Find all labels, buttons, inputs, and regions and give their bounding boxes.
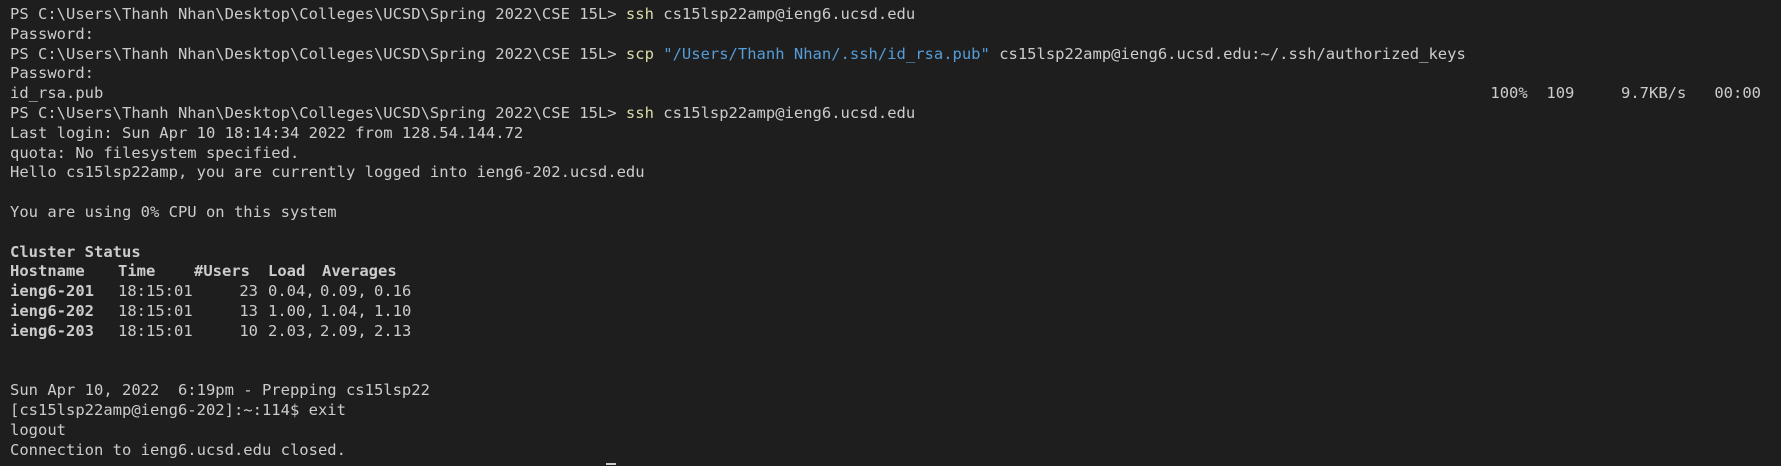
cell-time: 18:15:01 [118, 301, 193, 320]
cell-hostname: ieng6-203 [10, 321, 94, 340]
header-users: #Users [194, 262, 250, 281]
command-name: ssh [625, 5, 654, 23]
transfer-progress-line: id_rsa.pub 100% 109 9.7KB/s 00:00 [10, 84, 1781, 104]
cell-load-1: 2.03, [268, 321, 315, 340]
cell-load-2: 2.09, [320, 321, 367, 340]
command-args: cs15lsp22amp@ieng6.ucsd.edu [653, 5, 916, 23]
terminal-line: Password: [10, 64, 94, 83]
cell-load-2: 1.04, [320, 301, 367, 320]
command-args: cs15lsp22amp@ieng6.ucsd.edu [653, 103, 916, 122]
cell-time: 18:15:01 [118, 282, 193, 301]
prompt: PS C:\Users\Thanh Nhan\Desktop\Colleges\… [10, 103, 626, 122]
cell-load-2: 0.09, [320, 282, 367, 301]
terminal-line: Password: [10, 24, 94, 43]
table-row: ieng6-203 18:15:01 10 2.03, 2.09, 2.13 [10, 322, 1781, 342]
cell-load-1: 1.00, [268, 301, 315, 320]
command-path-string: "/Users/Thanh Nhan/.ssh/id_rsa.pub" [653, 44, 990, 63]
terminal-line: PS C:\Users\Thanh Nhan\Desktop\Colleges\… [10, 104, 1781, 124]
cell-load-3: 0.16 [374, 282, 412, 301]
prompt: PS C:\Users\Thanh Nhan\Desktop\Colleges\… [10, 44, 626, 63]
cell-users: 23 [239, 282, 258, 301]
terminal-line: logout [10, 420, 66, 439]
header-load: Load [268, 262, 306, 281]
header-averages: Averages [322, 262, 397, 281]
cell-load-3: 2.13 [374, 321, 412, 340]
header-hostname: Hostname [10, 262, 85, 281]
cell-hostname: ieng6-202 [10, 301, 94, 320]
terminal-window[interactable]: PS C:\Users\Thanh Nhan\Desktop\Colleges\… [0, 0, 1781, 466]
terminal-line: Sun Apr 10, 2022 6:19pm - Prepping cs15l… [10, 381, 430, 400]
terminal-line: Hello cs15lsp22amp, you are currently lo… [10, 163, 645, 182]
cell-time: 18:15:01 [118, 321, 193, 340]
transfer-filename: id_rsa.pub [10, 84, 104, 103]
cluster-table-header: Hostname Time #Users Load Averages [10, 262, 1781, 282]
header-time: Time [118, 262, 156, 281]
terminal-line: Last login: Sun Apr 10 18:14:34 2022 fro… [10, 123, 524, 142]
cluster-status-title: Cluster Status [10, 242, 141, 261]
cell-users: 10 [239, 321, 258, 340]
command-name: scp [625, 44, 654, 63]
terminal-line: PS C:\Users\Thanh Nhan\Desktop\Colleges\… [10, 45, 1781, 65]
table-row: ieng6-201 18:15:01 23 0.04, 0.09, 0.16 [10, 282, 1781, 302]
cell-load-1: 0.04, [268, 282, 315, 301]
terminal-line: quota: No filesystem specified. [10, 143, 300, 162]
terminal-line: PS C:\Users\Thanh Nhan\Desktop\Colleges\… [10, 5, 1781, 25]
text-cursor [606, 463, 616, 465]
terminal-line: [cs15lsp22amp@ieng6-202]:~:114$ exit [10, 400, 346, 419]
command-args: cs15lsp22amp@ieng6.ucsd.edu:~/.ssh/autho… [989, 44, 1466, 63]
transfer-stats: 100% 109 9.7KB/s 00:00 [1490, 84, 1761, 103]
table-row: ieng6-202 18:15:01 13 1.00, 1.04, 1.10 [10, 302, 1781, 322]
cell-hostname: ieng6-201 [10, 282, 94, 301]
terminal-line: You are using 0% CPU on this system [10, 202, 337, 221]
terminal-line: Connection to ieng6.ucsd.edu closed. [10, 440, 346, 459]
command-name: ssh [625, 103, 654, 122]
cell-users: 13 [239, 301, 258, 320]
prompt: PS C:\Users\Thanh Nhan\Desktop\Colleges\… [10, 5, 626, 23]
cell-load-3: 1.10 [374, 301, 412, 320]
